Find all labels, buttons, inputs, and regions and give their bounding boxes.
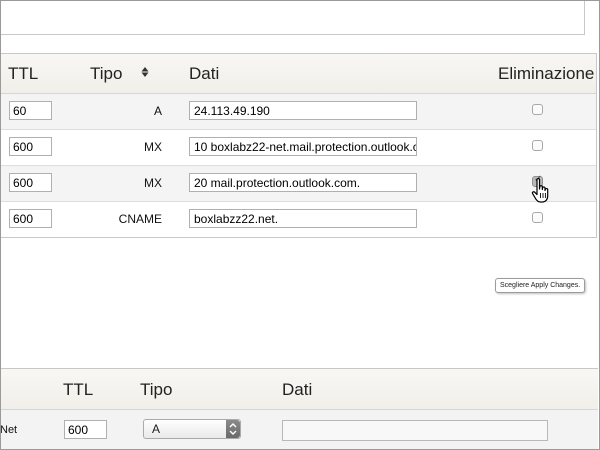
column-header-ttl: TTL: [63, 380, 94, 399]
data-input[interactable]: [189, 137, 417, 156]
hand-pointer-icon: [531, 178, 549, 203]
column-header-ttl[interactable]: TTL: [8, 64, 38, 84]
column-header-type[interactable]: Tipo: [90, 64, 122, 84]
new-record-row: Net A: [0, 410, 598, 449]
table-row: MX ✓: [1, 166, 596, 202]
host-label: Net: [0, 424, 18, 436]
new-record-table: TTL Tipo Dati Net A: [0, 368, 598, 449]
dns-records-table: TTL Tipo Dati Eliminazione A MX MX: [1, 53, 597, 238]
new-data-input[interactable]: [282, 420, 548, 441]
record-type: A: [153, 104, 162, 118]
record-type: MX: [144, 176, 162, 190]
ttl-input[interactable]: [9, 137, 52, 156]
column-header-delete: Eliminazione: [498, 64, 595, 83]
type-select[interactable]: A: [143, 419, 241, 439]
ttl-input[interactable]: [9, 101, 52, 120]
ttl-input[interactable]: [9, 173, 52, 192]
data-input[interactable]: [189, 173, 417, 192]
table-row: A: [1, 94, 596, 130]
table-header: TTL Tipo Dati Eliminazione: [1, 54, 596, 94]
data-input[interactable]: [189, 209, 417, 228]
column-header-type: Tipo: [140, 380, 173, 399]
new-record-header: TTL Tipo Dati: [1, 369, 598, 410]
new-ttl-input[interactable]: [64, 420, 107, 439]
ttl-input[interactable]: [9, 209, 52, 228]
record-type: CNAME: [118, 212, 162, 226]
column-header-data[interactable]: Dati: [189, 64, 219, 84]
type-select-value: A: [152, 422, 161, 436]
top-panel: [1, 1, 585, 35]
select-arrows-icon: [226, 420, 240, 438]
table-row: CNAME: [1, 202, 596, 237]
apply-changes-callout: Scegliere Apply Changes.: [495, 278, 586, 293]
delete-checkbox[interactable]: [532, 104, 543, 115]
delete-checkbox[interactable]: [532, 140, 543, 151]
column-header-data: Dati: [282, 380, 313, 399]
delete-checkbox[interactable]: [532, 212, 543, 223]
screenshot-frame: TTL Tipo Dati Eliminazione A MX MX: [0, 0, 600, 450]
sort-icon[interactable]: [141, 64, 149, 80]
record-type: MX: [144, 140, 162, 154]
data-input[interactable]: [189, 101, 417, 120]
table-row: MX: [1, 130, 596, 166]
